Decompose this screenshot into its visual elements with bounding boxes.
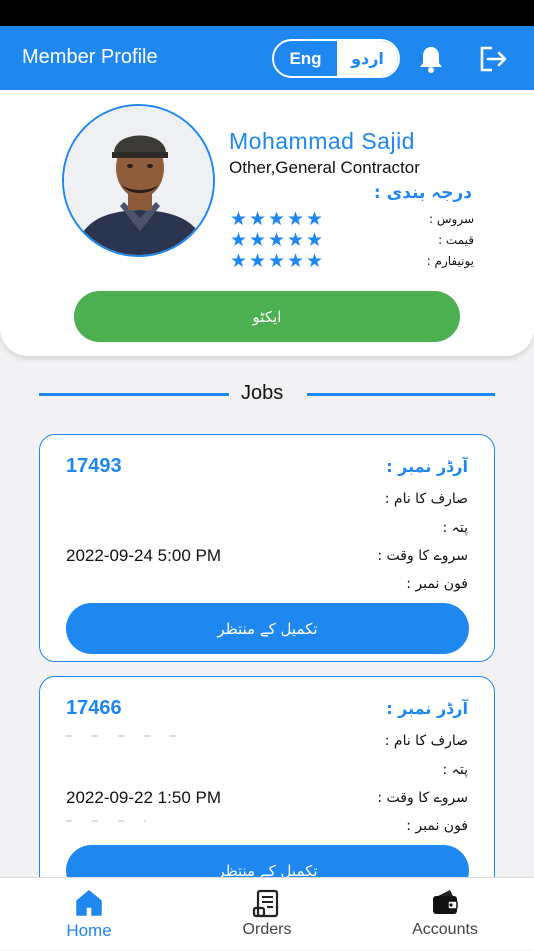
awaiting-completion-button[interactable]: تکمیل کے منتظر xyxy=(66,603,469,654)
survey-time-value: 2022-09-24 5:00 PM xyxy=(66,546,221,565)
uniform-rating-label: یونیفارم : xyxy=(426,254,474,268)
address-label: پتہ : xyxy=(442,520,469,536)
bottom-nav: Home Orders Accounts xyxy=(0,877,534,950)
star-icon: ★ xyxy=(268,250,286,272)
divider xyxy=(307,393,495,396)
lang-urdu-option[interactable]: اردو xyxy=(337,41,398,76)
status-bar xyxy=(0,0,534,26)
survey-time-label: سروے کا وقت : xyxy=(377,548,468,564)
star-icon: ★ xyxy=(268,208,286,230)
profile-photo xyxy=(64,106,213,255)
lang-eng-option[interactable]: Eng xyxy=(274,41,337,76)
home-icon xyxy=(76,890,102,916)
order-number-label: آرڈر نمبر : xyxy=(386,457,468,476)
page-title: Member Profile xyxy=(22,46,158,68)
nav-accounts[interactable]: Accounts xyxy=(404,878,486,951)
service-stars: ★ ★ ★ ★ ★ xyxy=(230,208,324,230)
nav-label: Accounts xyxy=(412,921,478,938)
jobs-section-heading: Jobs xyxy=(0,380,534,410)
star-icon: ★ xyxy=(249,208,267,230)
active-status-button[interactable]: ایکٹو xyxy=(74,291,460,342)
phone-number-label: فون نمبر : xyxy=(406,576,468,592)
divider xyxy=(39,393,229,396)
price-rating-label: قیمت : xyxy=(438,233,474,247)
app-header: Member Profile Eng اردو xyxy=(0,26,534,90)
bell-icon[interactable] xyxy=(418,45,444,73)
phone-number-label: فون نمبر : xyxy=(406,818,468,834)
star-icon: ★ xyxy=(287,250,305,272)
language-toggle[interactable]: Eng اردو xyxy=(272,39,400,78)
job-card[interactable]: 17493 آرڈر نمبر : صارف کا نام : پتہ : 20… xyxy=(39,434,495,662)
nav-home[interactable]: Home xyxy=(54,878,124,951)
avatar xyxy=(62,104,215,257)
star-icon: ★ xyxy=(306,250,324,272)
order-number: 17466 xyxy=(66,697,122,719)
star-icon: ★ xyxy=(306,229,324,251)
member-profession: Other,General Contractor xyxy=(229,158,420,177)
profile-card: Mohammad Sajid Other,General Contractor … xyxy=(0,90,534,356)
service-rating-label: سروس : xyxy=(429,212,474,226)
star-icon: ★ xyxy=(230,208,248,230)
address-label: پتہ : xyxy=(442,762,469,778)
survey-time-value: 2022-09-22 1:50 PM xyxy=(66,788,221,807)
survey-time-label: سروے کا وقت : xyxy=(377,790,468,806)
customer-name-label: صارف کا نام : xyxy=(384,491,468,507)
star-icon: ★ xyxy=(249,250,267,272)
receipt-icon xyxy=(252,889,279,918)
redacted-phone-number xyxy=(66,820,146,822)
star-icon: ★ xyxy=(287,229,305,251)
redacted-customer-name xyxy=(66,735,196,737)
price-stars: ★ ★ ★ ★ ★ xyxy=(230,229,324,251)
customer-name-label: صارف کا نام : xyxy=(384,733,468,749)
jobs-title: Jobs xyxy=(241,382,284,404)
rating-title: درجہ بندی : xyxy=(373,183,472,203)
order-number: 17493 xyxy=(66,455,122,477)
wallet-icon xyxy=(433,890,458,914)
star-icon: ★ xyxy=(230,229,248,251)
star-icon: ★ xyxy=(268,229,286,251)
star-icon: ★ xyxy=(287,208,305,230)
star-icon: ★ xyxy=(306,208,324,230)
nav-label: Orders xyxy=(242,921,292,938)
star-icon: ★ xyxy=(230,250,248,272)
logout-icon[interactable] xyxy=(478,45,508,73)
nav-orders[interactable]: Orders xyxy=(232,878,302,951)
member-name: Mohammad Sajid xyxy=(229,128,415,154)
nav-label: Home xyxy=(66,921,112,940)
star-icon: ★ xyxy=(249,229,267,251)
order-number-label: آرڈر نمبر : xyxy=(386,699,468,718)
uniform-stars: ★ ★ ★ ★ ★ xyxy=(230,250,324,272)
